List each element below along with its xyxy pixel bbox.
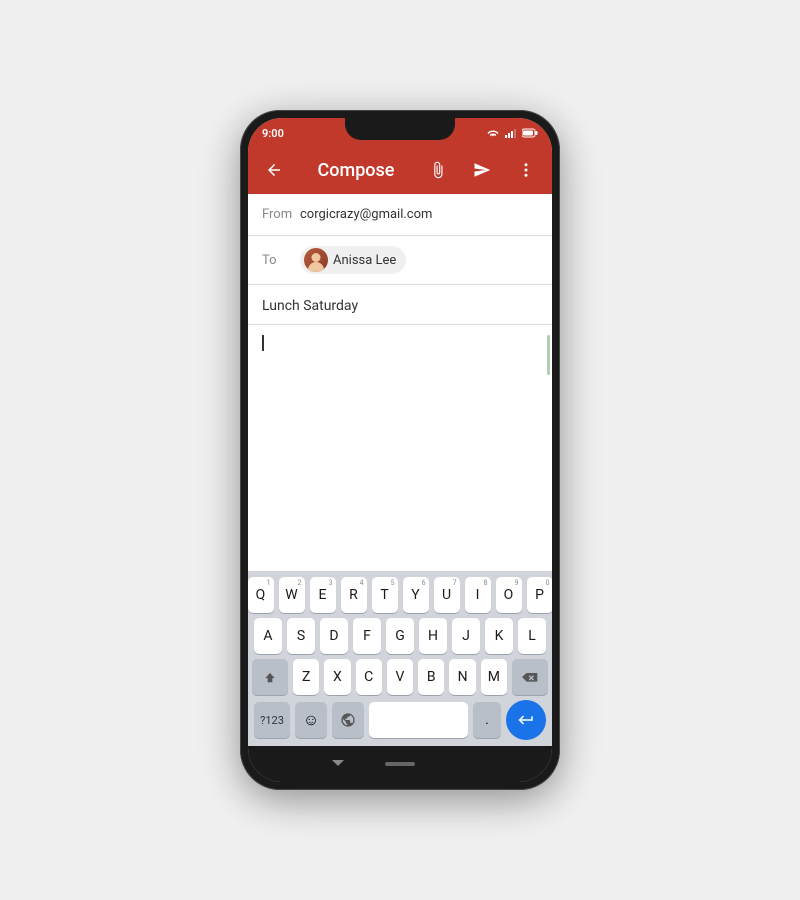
from-address: corgicrazy@gmail.com: [300, 207, 432, 222]
phone-device: 9:00: [240, 110, 560, 790]
key-V[interactable]: V: [387, 659, 413, 695]
more-button[interactable]: [508, 152, 544, 188]
more-vertical-icon: [517, 161, 535, 179]
globe-button[interactable]: [332, 702, 364, 738]
back-button[interactable]: [256, 152, 292, 188]
key-W[interactable]: W2: [279, 577, 305, 613]
key-B[interactable]: B: [418, 659, 444, 695]
shift-button[interactable]: [252, 659, 288, 695]
wifi-icon: [486, 128, 500, 138]
to-row[interactable]: To Anissa Lee: [248, 236, 552, 285]
from-row: From corgicrazy@gmail.com: [248, 194, 552, 236]
key-row-3: Z X C V B N M: [252, 659, 548, 695]
key-S[interactable]: S: [287, 618, 315, 654]
phone-screen: 9:00: [248, 118, 552, 782]
key-Z[interactable]: Z: [293, 659, 319, 695]
key-I[interactable]: I8: [465, 577, 491, 613]
key-K[interactable]: K: [485, 618, 513, 654]
key-D[interactable]: D: [320, 618, 348, 654]
key-row-2: A S D F G H J K L: [252, 618, 548, 654]
avatar: [304, 248, 328, 272]
keyboard: Q1 W2 E3 R4 T5 Y6 U7 I8 O9 P0 A S D F: [248, 571, 552, 746]
key-U[interactable]: U7: [434, 577, 460, 613]
enter-icon: [517, 711, 535, 729]
emoji-button[interactable]: ☺: [295, 702, 327, 738]
enter-button[interactable]: [506, 700, 546, 740]
nav-back-button[interactable]: [331, 756, 345, 772]
nav-down-icon: [331, 758, 345, 768]
body-area[interactable]: [248, 325, 552, 571]
key-A[interactable]: A: [254, 618, 282, 654]
shift-icon: [263, 670, 277, 684]
key-P[interactable]: P0: [527, 577, 553, 613]
key-N[interactable]: N: [449, 659, 475, 695]
backspace-icon: [522, 671, 538, 683]
nav-bar: [248, 746, 552, 782]
recipient-name: Anissa Lee: [333, 253, 396, 268]
compose-title: Compose: [300, 160, 412, 181]
key-Q[interactable]: Q1: [248, 577, 274, 613]
key-H[interactable]: H: [419, 618, 447, 654]
paperclip-icon: [429, 161, 447, 179]
key-O[interactable]: O9: [496, 577, 522, 613]
subject-text: Lunch Saturday: [262, 298, 358, 314]
status-icons: [486, 128, 538, 138]
period-label: .: [485, 712, 489, 728]
send-icon: [473, 161, 491, 179]
emoji-icon: ☺: [303, 710, 319, 730]
from-label: From: [262, 207, 292, 222]
period-button[interactable]: .: [473, 702, 501, 738]
key-L[interactable]: L: [518, 618, 546, 654]
key-G[interactable]: G: [386, 618, 414, 654]
key-X[interactable]: X: [324, 659, 350, 695]
recipient-chip[interactable]: Anissa Lee: [300, 246, 406, 274]
nav-home-indicator[interactable]: [385, 762, 415, 766]
app-bar: Compose: [248, 146, 552, 194]
key-T[interactable]: T5: [372, 577, 398, 613]
num-switch-button[interactable]: ?123: [254, 702, 290, 738]
phone-notch: [345, 118, 455, 140]
key-M[interactable]: M: [481, 659, 507, 695]
backspace-button[interactable]: [512, 659, 548, 695]
key-Y[interactable]: Y6: [403, 577, 429, 613]
key-R[interactable]: R4: [341, 577, 367, 613]
key-E[interactable]: E3: [310, 577, 336, 613]
subject-row[interactable]: Lunch Saturday: [248, 285, 552, 325]
space-button[interactable]: [369, 702, 468, 738]
battery-icon: [522, 128, 538, 138]
globe-icon: [340, 712, 356, 728]
key-row-1: Q1 W2 E3 R4 T5 Y6 U7 I8 O9 P0: [252, 577, 548, 613]
email-form: From corgicrazy@gmail.com To Anissa Lee …: [248, 194, 552, 746]
text-cursor: [262, 335, 264, 351]
send-button[interactable]: [464, 152, 500, 188]
bottom-row: ?123 ☺ .: [252, 700, 548, 742]
attach-button[interactable]: [420, 152, 456, 188]
key-J[interactable]: J: [452, 618, 480, 654]
scroll-indicator: [547, 335, 550, 375]
status-time: 9:00: [262, 127, 284, 140]
to-label: To: [262, 253, 292, 268]
key-C[interactable]: C: [356, 659, 382, 695]
key-F[interactable]: F: [353, 618, 381, 654]
signal-icon: [504, 128, 518, 138]
